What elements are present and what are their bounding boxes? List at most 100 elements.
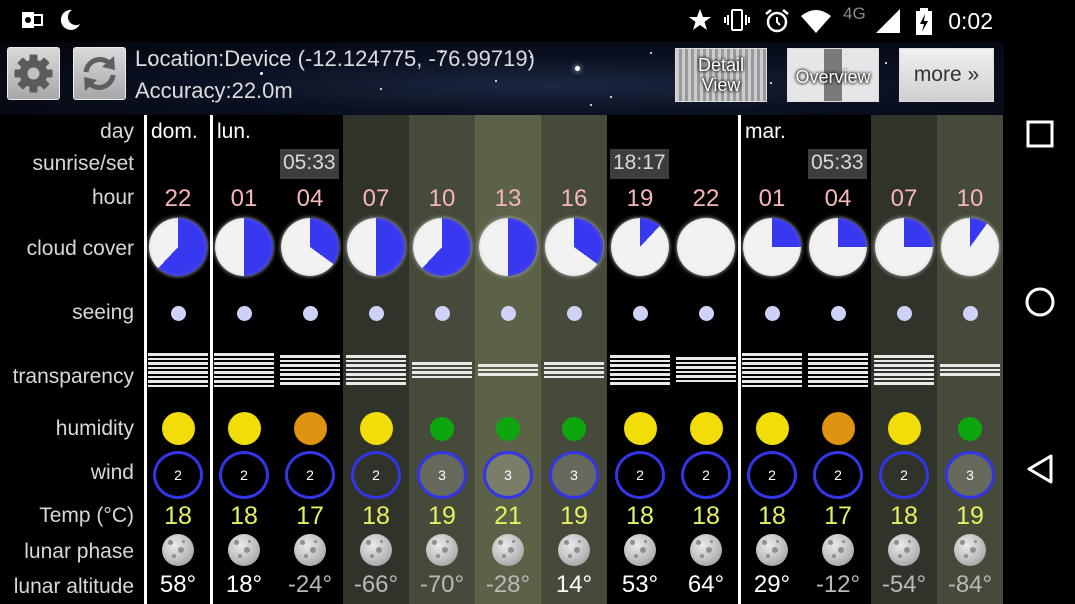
hour-label: 10 <box>956 185 984 212</box>
wind-indicator: 3 <box>945 451 995 499</box>
forecast-column[interactable]: 05:33 04 2 17 -24° <box>277 115 343 604</box>
settings-button[interactable] <box>7 47 60 100</box>
transparency-bars <box>874 353 934 399</box>
forecast-column[interactable]: dom. 22 2 18 58° <box>145 115 211 604</box>
cloud-cover-icon <box>413 218 471 276</box>
row-label-day: day <box>100 120 134 143</box>
seeing-dot <box>303 306 318 321</box>
forecast-column[interactable]: 13 3 21 -28° <box>475 115 541 604</box>
sunrise-set-time: 18:17 <box>610 149 669 179</box>
cloud-cover-icon <box>941 218 999 276</box>
moon-icon <box>58 8 82 37</box>
forecast-column[interactable]: 05:33 04 2 17 -12° <box>805 115 871 604</box>
forecast-column[interactable]: 22 2 18 64° <box>673 115 739 604</box>
temperature-value: 18 <box>890 502 918 530</box>
humidity-dot <box>293 412 327 445</box>
moon-phase-icon <box>360 534 392 566</box>
network-type: 4G <box>843 4 866 23</box>
hour-label: 10 <box>428 185 456 212</box>
transparency-bars <box>412 353 472 399</box>
forecast-column[interactable]: 16 3 19 14° <box>541 115 607 604</box>
forecast-column[interactable]: 18:17 19 2 18 53° <box>607 115 673 604</box>
alarm-icon <box>764 8 790 39</box>
home-circle-icon[interactable] <box>1024 286 1056 318</box>
row-label-lunar-phase: lunar phase <box>24 540 134 563</box>
lunar-altitude-value: -70° <box>419 571 465 598</box>
cloud-cover-icon <box>875 218 933 276</box>
humidity-dot <box>821 412 855 445</box>
forecast-column[interactable]: 07 2 18 -66° <box>343 115 409 604</box>
humidity-dot <box>227 412 261 445</box>
lunar-altitude-value: 18° <box>225 571 263 598</box>
row-label-transparency: transparency <box>12 365 134 388</box>
hour-label: 04 <box>296 185 324 212</box>
row-label-sunrise-set: sunrise/set <box>32 152 134 175</box>
wind-indicator: 2 <box>615 451 665 499</box>
transparency-bars <box>280 353 340 399</box>
recents-square-icon[interactable] <box>1026 120 1054 148</box>
more-button[interactable]: more » <box>899 48 994 102</box>
humidity-dot <box>496 417 520 441</box>
humidity-dot <box>689 412 723 445</box>
humidity-dot <box>755 412 789 445</box>
moon-phase-icon <box>690 534 722 566</box>
transparency-bars <box>610 353 670 399</box>
forecast-grid[interactable]: day sunrise/set hour cloud cover seeing … <box>0 115 1004 604</box>
forecast-column[interactable]: mar. 01 2 18 29° <box>739 115 805 604</box>
hour-label: 22 <box>692 185 720 212</box>
hour-label: 19 <box>626 185 654 212</box>
forecast-column[interactable]: 10 3 19 -84° <box>937 115 1003 604</box>
temperature-value: 17 <box>296 502 324 530</box>
seeing-dot <box>237 306 252 321</box>
transparency-bars <box>214 353 274 399</box>
moon-phase-icon <box>954 534 986 566</box>
hour-label: 07 <box>890 185 918 212</box>
forecast-column[interactable]: 07 2 18 -54° <box>871 115 937 604</box>
temperature-value: 18 <box>692 502 720 530</box>
moon-phase-icon <box>228 534 260 566</box>
location-text: Location:Device (-12.124775, -76.99719) <box>135 46 535 71</box>
wind-indicator: 2 <box>813 451 863 499</box>
detail-view-button[interactable]: Detail View <box>675 48 767 102</box>
humidity-dot <box>562 417 586 441</box>
temperature-value: 17 <box>824 502 852 530</box>
cloud-cover-icon <box>215 218 273 276</box>
humidity-dot <box>161 412 195 445</box>
cloud-cover-icon <box>743 218 801 276</box>
cloud-cover-icon <box>545 218 603 276</box>
back-triangle-icon[interactable] <box>1026 454 1054 484</box>
overview-button[interactable]: Overview <box>787 48 879 102</box>
forecast-columns: dom. 22 2 18 58° lun. 01 2 18 18° 05:33 04 2 17 -24° 07… <box>144 115 1004 604</box>
forecast-column[interactable]: lun. 01 2 18 18° <box>211 115 277 604</box>
row-label-wind: wind <box>90 461 134 484</box>
cloud-cover-icon <box>677 218 735 276</box>
humidity-dot <box>623 412 657 445</box>
temperature-value: 18 <box>164 502 192 530</box>
wind-indicator: 2 <box>153 451 203 499</box>
temperature-value: 19 <box>428 502 456 530</box>
cloud-cover-icon <box>611 218 669 276</box>
forecast-column[interactable]: 10 3 19 -70° <box>409 115 475 604</box>
seeing-dot <box>831 306 846 321</box>
transparency-bars <box>940 353 1000 399</box>
row-label-hour: hour <box>91 186 134 209</box>
day-separator-line <box>144 115 147 604</box>
moon-phase-icon <box>888 534 920 566</box>
detail-view-label-line1: Detail <box>697 55 745 75</box>
moon-phase-icon <box>162 534 194 566</box>
refresh-button[interactable] <box>73 47 126 100</box>
detail-view-label-line2: View <box>701 75 741 95</box>
transparency-bars <box>544 353 604 399</box>
wind-indicator: 2 <box>681 451 731 499</box>
temperature-value: 19 <box>956 502 984 530</box>
lunar-altitude-value: 29° <box>753 571 791 598</box>
row-label-humidity: humidity <box>55 417 134 440</box>
moon-phase-icon <box>624 534 656 566</box>
cloud-cover-icon <box>149 218 207 276</box>
lunar-altitude-value: -24° <box>287 571 333 598</box>
cloud-cover-icon <box>347 218 405 276</box>
humidity-dot <box>887 412 921 445</box>
transparency-bars <box>346 353 406 399</box>
app-header: Location:Device (-12.124775, -76.99719) … <box>0 42 1004 115</box>
battery-charging-icon <box>915 8 933 41</box>
